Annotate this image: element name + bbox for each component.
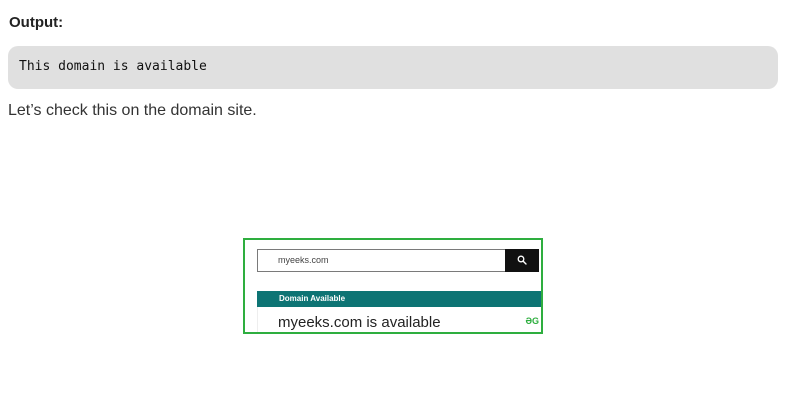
body-paragraph: Let’s check this on the domain site. (8, 102, 257, 119)
output-heading: Output: (9, 14, 64, 31)
domain-search-value: myeeks.com (278, 255, 329, 265)
domain-available-label: Domain Available (279, 294, 346, 303)
availability-result-row: myeeks.com is available ƏG (257, 307, 541, 332)
search-button[interactable] (505, 249, 539, 272)
domain-search-input[interactable]: myeeks.com (257, 249, 505, 272)
domain-available-banner: Domain Available (257, 291, 541, 307)
search-icon (517, 252, 527, 270)
article-page: Output: This domain is available Let’s c… (0, 0, 792, 402)
availability-result-text: myeeks.com is available (278, 314, 441, 331)
domain-search-screenshot: myeeks.com Domain Available myeeks.com i… (243, 238, 543, 334)
brand-logo-icon: ƏG (525, 316, 539, 326)
code-output-text: This domain is available (19, 59, 207, 74)
code-output-block: This domain is available (8, 46, 778, 89)
